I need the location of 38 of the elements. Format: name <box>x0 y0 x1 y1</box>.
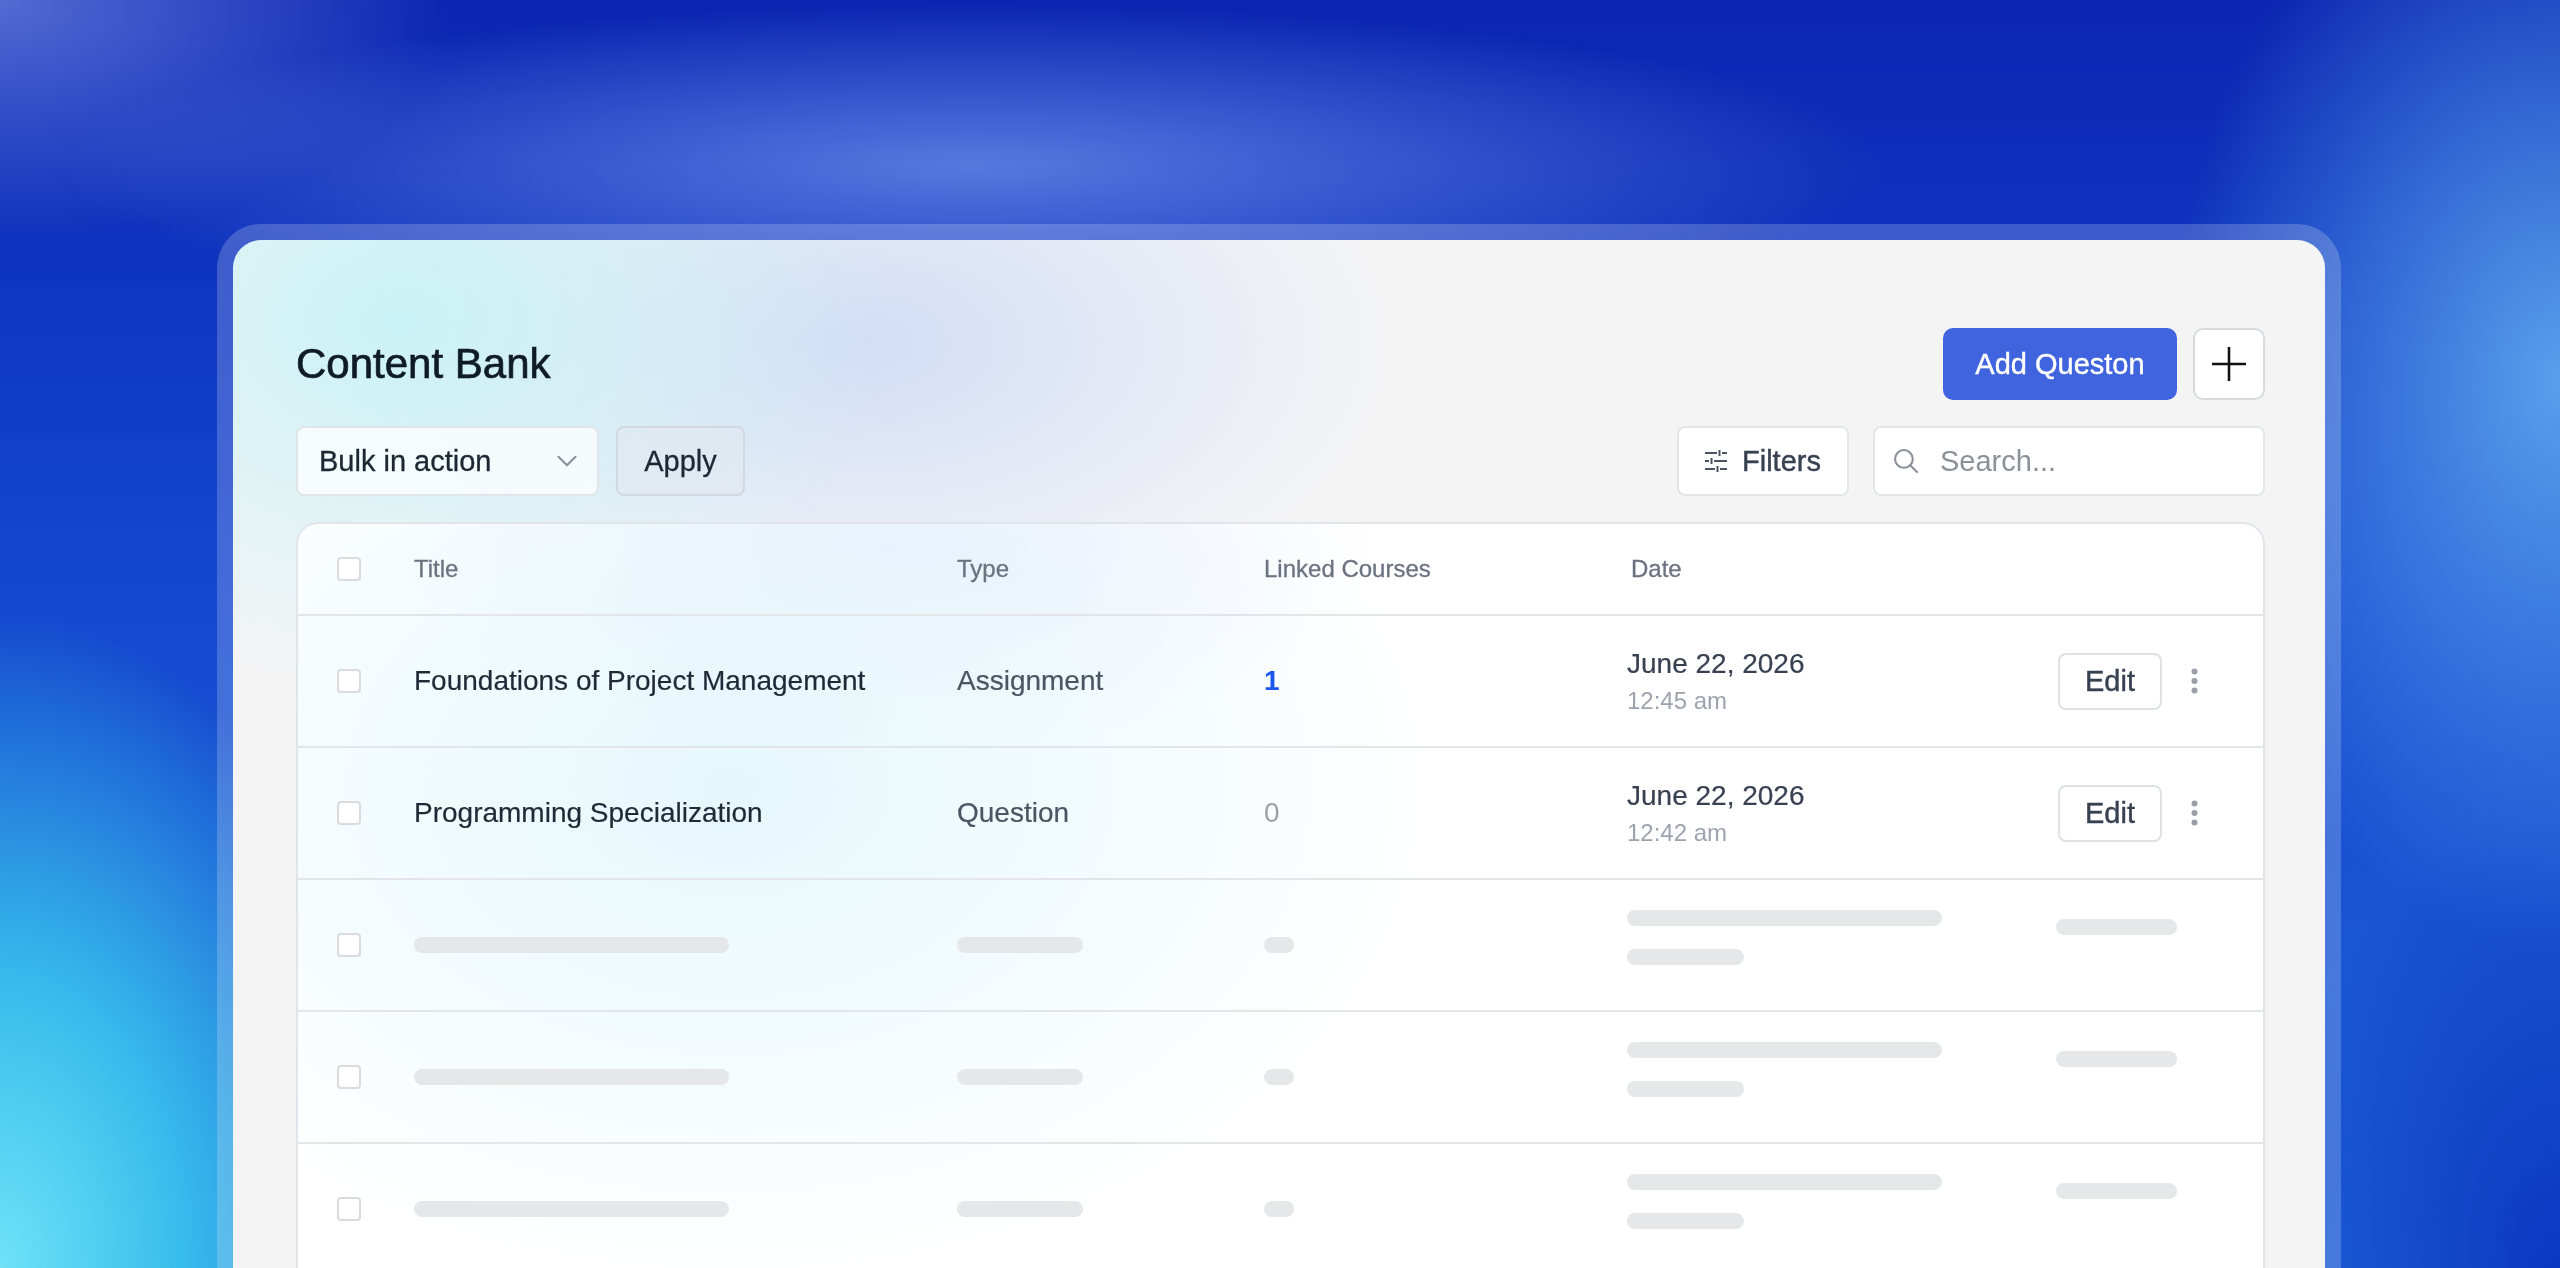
row-type: Assignment <box>957 665 1104 697</box>
sliders-icon <box>1705 450 1727 472</box>
row-time: 12:42 am <box>1627 818 1729 847</box>
skeleton-bar <box>1264 1069 1294 1085</box>
chevron-down-icon <box>557 455 577 467</box>
row-title: Programming Specialization <box>414 797 763 829</box>
linked-courses-count: 0 <box>1264 797 1280 829</box>
page-title: Content Bank <box>296 338 551 389</box>
row-type: Question <box>957 797 1070 829</box>
checkbox[interactable] <box>337 933 361 957</box>
row-date: June 22, 2026 <box>1627 647 1805 680</box>
skeleton-bar <box>1264 1201 1294 1217</box>
row-time: 12:45 am <box>1627 686 1729 715</box>
skeleton-bar <box>1264 937 1294 953</box>
vertical-dots-icon[interactable] <box>2191 800 2198 826</box>
column-header: Linked Courses <box>1264 555 1431 583</box>
edit-button[interactable]: Edit <box>2058 784 2162 842</box>
edit-button[interactable]: Edit <box>2058 652 2162 710</box>
checkbox[interactable] <box>337 1065 361 1089</box>
add-question-button[interactable]: Add Queston <box>1943 328 2177 400</box>
plus-icon <box>2212 347 2246 381</box>
vertical-dots-icon[interactable] <box>2191 668 2198 694</box>
checkbox[interactable] <box>337 669 361 693</box>
column-header: Title <box>414 555 459 583</box>
row-date: June 22, 2026 <box>1627 779 1805 812</box>
linked-courses-link[interactable]: 1 <box>1264 665 1280 697</box>
column-header: Date <box>1630 555 1682 583</box>
checkbox[interactable] <box>337 557 361 581</box>
filters-button[interactable]: Filters <box>1677 426 1849 496</box>
checkbox[interactable] <box>337 1197 361 1221</box>
add-button[interactable] <box>2193 328 2265 400</box>
row-title: Foundations of Project Management <box>414 665 866 697</box>
column-header: Type <box>957 555 1010 583</box>
search-field[interactable]: Search... <box>1873 426 2265 496</box>
bulk-action-dropdown[interactable]: Bulk in action <box>296 426 599 496</box>
search-icon <box>1894 449 1918 473</box>
checkbox[interactable] <box>337 801 361 825</box>
apply-button[interactable]: Apply <box>616 426 745 496</box>
